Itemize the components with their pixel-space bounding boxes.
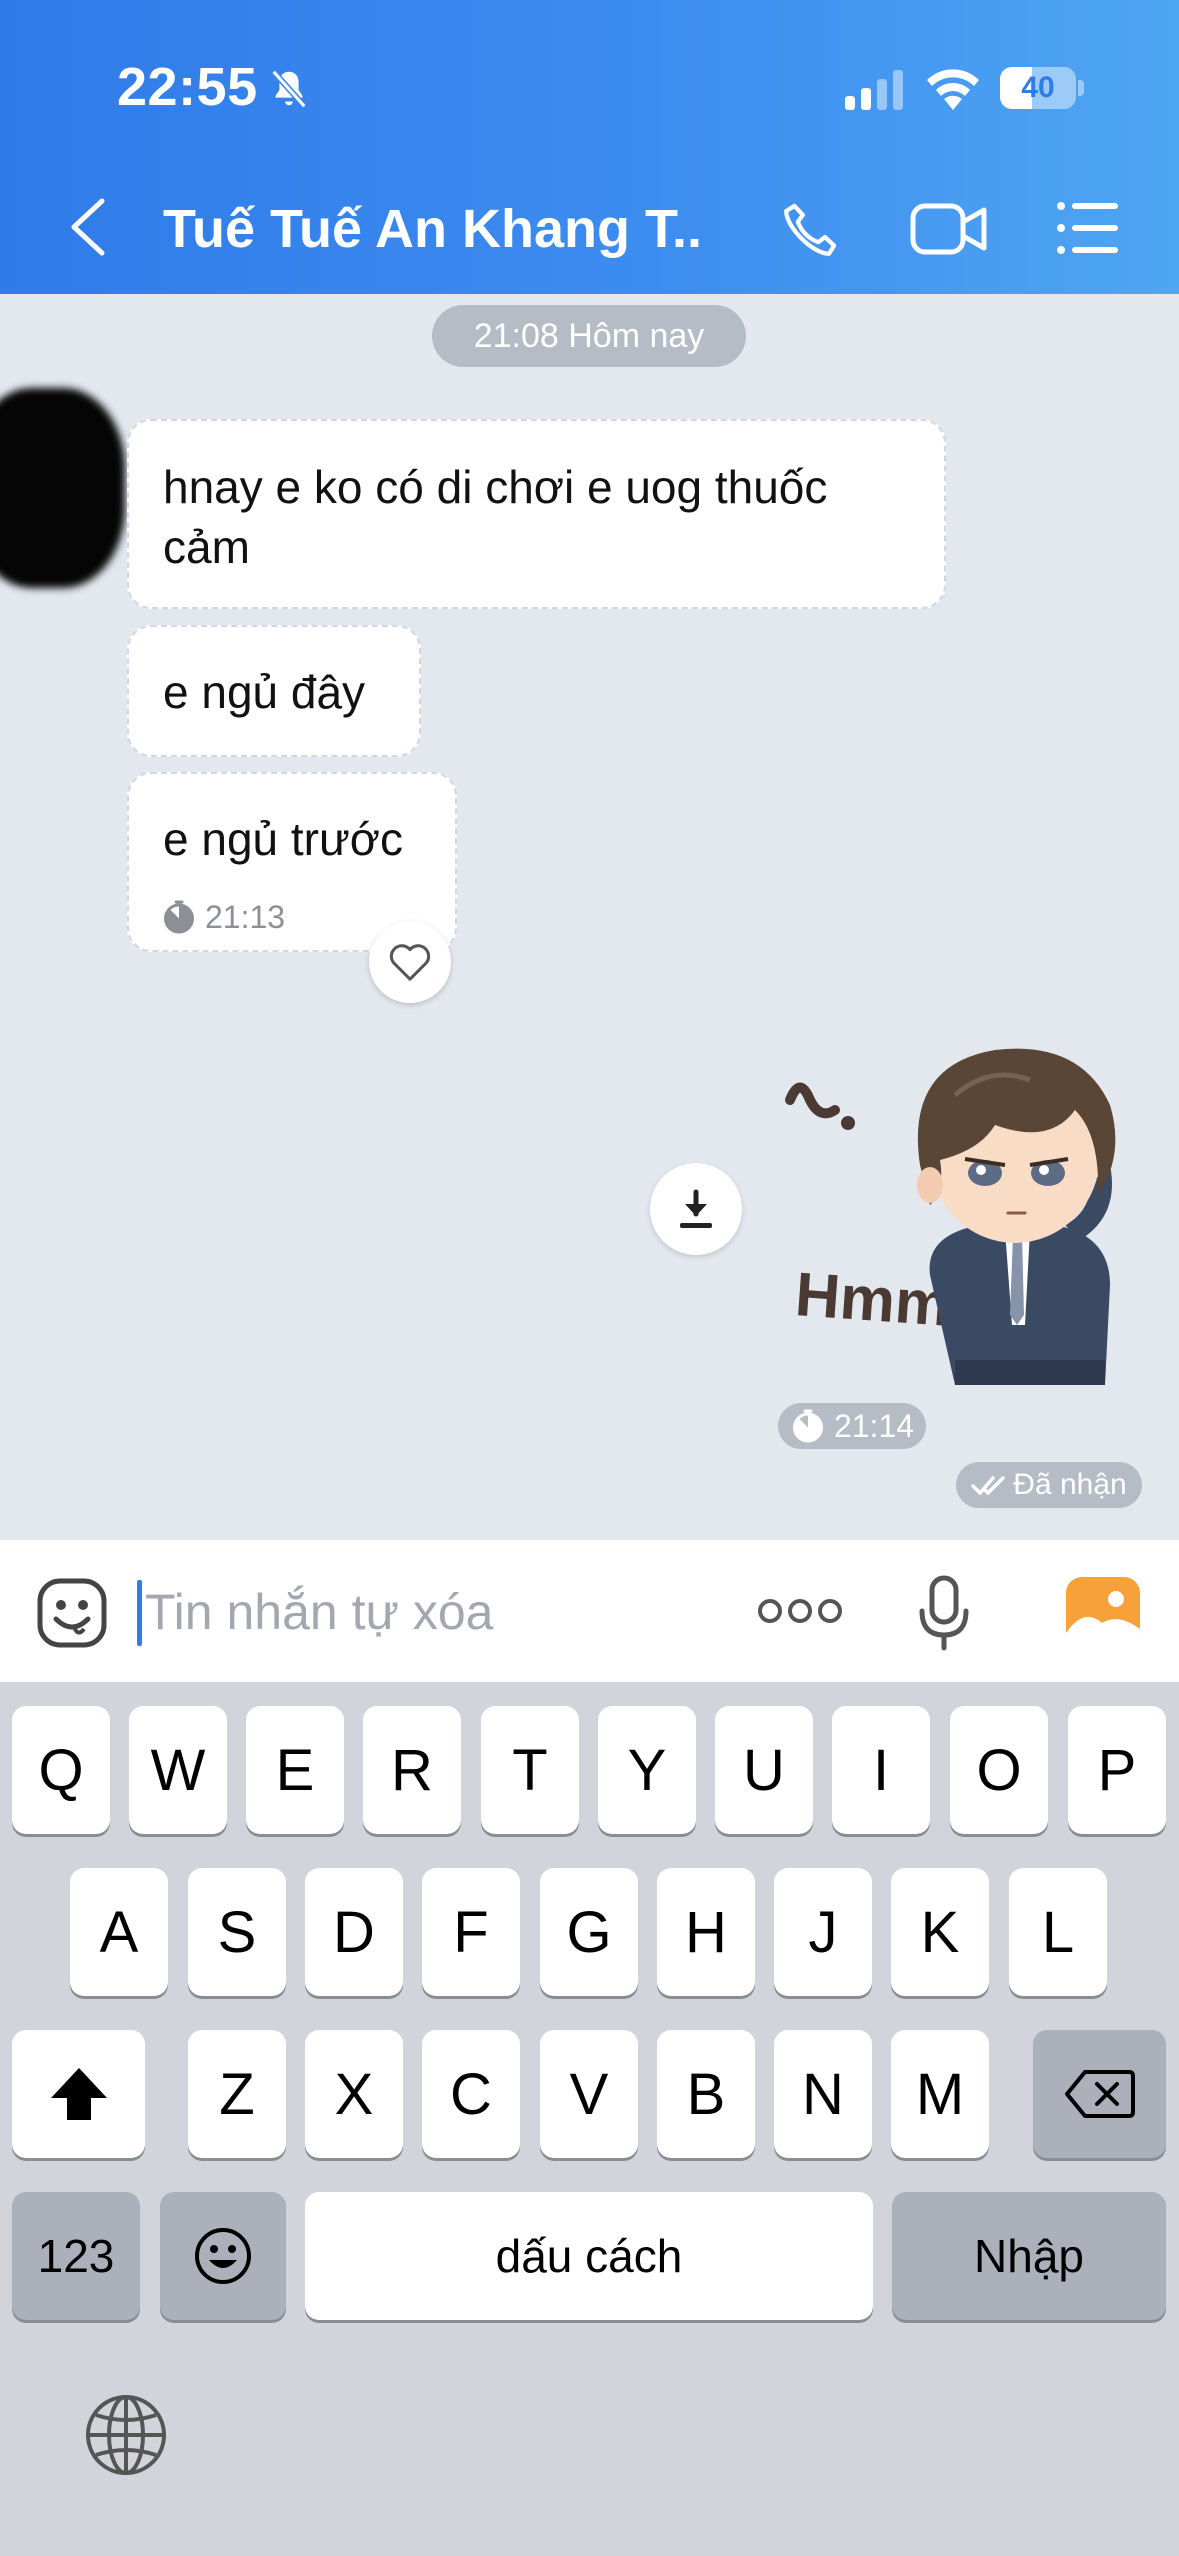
key-p[interactable]: P (1068, 1706, 1166, 1834)
more-options-icon[interactable] (758, 1596, 842, 1626)
space-key[interactable]: dấu cách (305, 2192, 873, 2320)
sticker-text: Hmm (793, 1260, 952, 1340)
message-bubble[interactable]: e ngủ đây (127, 625, 421, 757)
key-h[interactable]: H (657, 1868, 755, 1996)
key-l[interactable]: L (1009, 1868, 1107, 1996)
download-icon (680, 1189, 712, 1228)
key-x[interactable]: X (305, 2030, 403, 2158)
key-y[interactable]: Y (598, 1706, 696, 1834)
key-c[interactable]: C (422, 2030, 520, 2158)
key-a[interactable]: A (70, 1868, 168, 1996)
key-n[interactable]: N (774, 2030, 872, 2158)
key-q[interactable]: Q (12, 1706, 110, 1834)
video-call-icon[interactable] (910, 200, 988, 258)
sticker-emoji-icon[interactable] (36, 1577, 108, 1649)
key-e[interactable]: E (246, 1706, 344, 1834)
key-m[interactable]: M (891, 2030, 989, 2158)
message-timestamp: 21:13 (161, 887, 285, 947)
battery-icon: 40 (1000, 67, 1084, 109)
download-sticker-button[interactable] (650, 1163, 742, 1255)
key-s[interactable]: S (188, 1868, 286, 1996)
globe-language-icon[interactable] (84, 2393, 168, 2477)
message-input[interactable] (145, 1570, 705, 1654)
message-text: hnay e ko có di chơi e uog thuốc cảm (163, 461, 828, 573)
self-destruct-timer-icon (792, 1409, 823, 1443)
return-key[interactable]: Nhập (892, 2192, 1166, 2320)
signal-icon (845, 70, 903, 110)
message-input-bar (0, 1540, 1179, 1682)
backspace-key[interactable] (1033, 2030, 1166, 2158)
keyboard: Q W E R T Y U I O P A S D F G H J K L Z … (0, 1682, 1179, 2556)
shift-key[interactable] (12, 2030, 145, 2158)
bell-muted-icon (271, 69, 307, 109)
emoji-face-icon (195, 2228, 251, 2284)
image-gallery-icon[interactable] (1066, 1577, 1140, 1649)
message-bubble[interactable]: hnay e ko có di chơi e uog thuốc cảm (127, 419, 946, 609)
key-z[interactable]: Z (188, 2030, 286, 2158)
key-w[interactable]: W (129, 1706, 227, 1834)
text-caret (137, 1580, 142, 1646)
key-t[interactable]: T (481, 1706, 579, 1834)
key-o[interactable]: O (950, 1706, 1048, 1834)
anime-character-sticker[interactable]: Hmm (780, 1025, 1140, 1395)
key-g[interactable]: G (540, 1868, 638, 1996)
wifi-icon (927, 69, 979, 110)
backspace-icon (1064, 2070, 1135, 2118)
status-time: 22:55 (117, 57, 258, 117)
key-b[interactable]: B (657, 2030, 755, 2158)
numbers-key[interactable]: 123 (12, 2192, 140, 2320)
emoji-key[interactable] (160, 2192, 286, 2320)
key-k[interactable]: K (891, 1868, 989, 1996)
chat-title[interactable]: Tuế Tuế An Khang T... (163, 198, 703, 260)
sticker-timestamp: 21:14 (778, 1403, 926, 1449)
phone-call-icon[interactable] (776, 196, 844, 264)
key-r[interactable]: R (363, 1706, 461, 1834)
key-i[interactable]: I (832, 1706, 930, 1834)
back-chevron-icon[interactable] (60, 195, 114, 259)
delivery-status: Đã nhận (956, 1462, 1142, 1508)
key-j[interactable]: J (774, 1868, 872, 1996)
self-destruct-timer-icon (164, 900, 194, 934)
react-heart-button[interactable] (369, 921, 451, 1003)
chat-header: 22:55 40 Tuế Tuế An Khang T... (0, 0, 1179, 294)
message-text: e ngủ trước (163, 813, 403, 865)
chat-options-list-icon[interactable] (1056, 200, 1120, 256)
key-d[interactable]: D (305, 1868, 403, 1996)
contact-avatar[interactable] (0, 388, 125, 588)
shift-arrow-icon (50, 2068, 107, 2120)
key-u[interactable]: U (715, 1706, 813, 1834)
microphone-icon[interactable] (918, 1575, 970, 1651)
key-f[interactable]: F (422, 1868, 520, 1996)
battery-level: 40 (1021, 71, 1055, 104)
double-check-icon (971, 1476, 1006, 1495)
message-text: e ngủ đây (163, 666, 366, 718)
heart-icon (389, 944, 431, 981)
key-v[interactable]: V (540, 2030, 638, 2158)
date-separator: 21:08 Hôm nay (432, 305, 746, 367)
